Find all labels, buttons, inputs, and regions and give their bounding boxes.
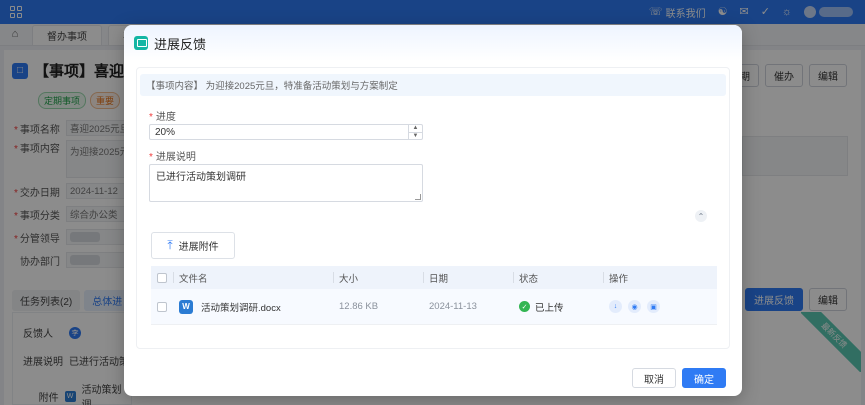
chevron-up-icon[interactable]: ⌃	[695, 210, 707, 222]
table-row: W 活动策划调研.docx 12.86 KB 2024-11-13 ✓ 已上传 …	[151, 289, 717, 325]
trash-icon[interactable]: ▣	[647, 300, 660, 313]
progress-feedback-dialog: 进展反馈 【事项内容】 为迎接2025元旦，特准备活动策划与方案制定 * 进度 2…	[124, 25, 742, 396]
select-all-checkbox[interactable]	[157, 272, 167, 283]
file-name[interactable]: 活动策划调研.docx	[201, 300, 281, 314]
check-circle-icon: ✓	[519, 301, 530, 312]
progress-input[interactable]: 20% ▲ ▼	[149, 124, 423, 140]
item-content-banner: 【事项内容】 为迎接2025元旦，特准备活动策划与方案制定	[140, 74, 726, 96]
resize-handle[interactable]	[415, 194, 421, 200]
word-file-icon: W	[179, 299, 193, 314]
file-date: 2024-11-13	[429, 301, 477, 312]
dialog-footer: 取消 确定	[632, 368, 726, 388]
table-header: 文件名 大小 日期 状态 操作	[151, 266, 717, 289]
dialog-header: 进展反馈	[124, 25, 742, 61]
confirm-button[interactable]: 确定	[682, 368, 726, 388]
cancel-button[interactable]: 取消	[632, 368, 676, 388]
progress-stepper[interactable]: ▲ ▼	[408, 125, 422, 139]
upload-icon: ⤒	[167, 238, 173, 252]
chevron-down-icon[interactable]: ▼	[409, 131, 422, 140]
download-icon[interactable]: ↓	[609, 300, 622, 313]
row-actions: ↓ ◉ ▣	[603, 289, 717, 324]
file-size: 12.86 KB	[339, 301, 379, 312]
progress-desc-textarea[interactable]: 已进行活动策划调研	[149, 164, 423, 202]
feedback-icon	[134, 36, 148, 50]
eye-icon[interactable]: ◉	[628, 300, 641, 313]
upload-attachment-button[interactable]: ⤒ 进展附件	[151, 232, 235, 259]
upload-status: ✓ 已上传	[513, 289, 603, 324]
attachment-table: 文件名 大小 日期 状态 操作 W 活动策划调研.docx 12.86 KB 2…	[151, 266, 717, 325]
progress-label: * 进度	[149, 112, 176, 123]
dialog-body: 【事项内容】 为迎接2025元旦，特准备活动策划与方案制定 * 进度 20% ▲ …	[136, 67, 730, 349]
row-checkbox[interactable]	[157, 301, 167, 312]
dialog-title: 进展反馈	[154, 36, 207, 52]
progress-desc-label: * 进展说明	[149, 152, 196, 163]
